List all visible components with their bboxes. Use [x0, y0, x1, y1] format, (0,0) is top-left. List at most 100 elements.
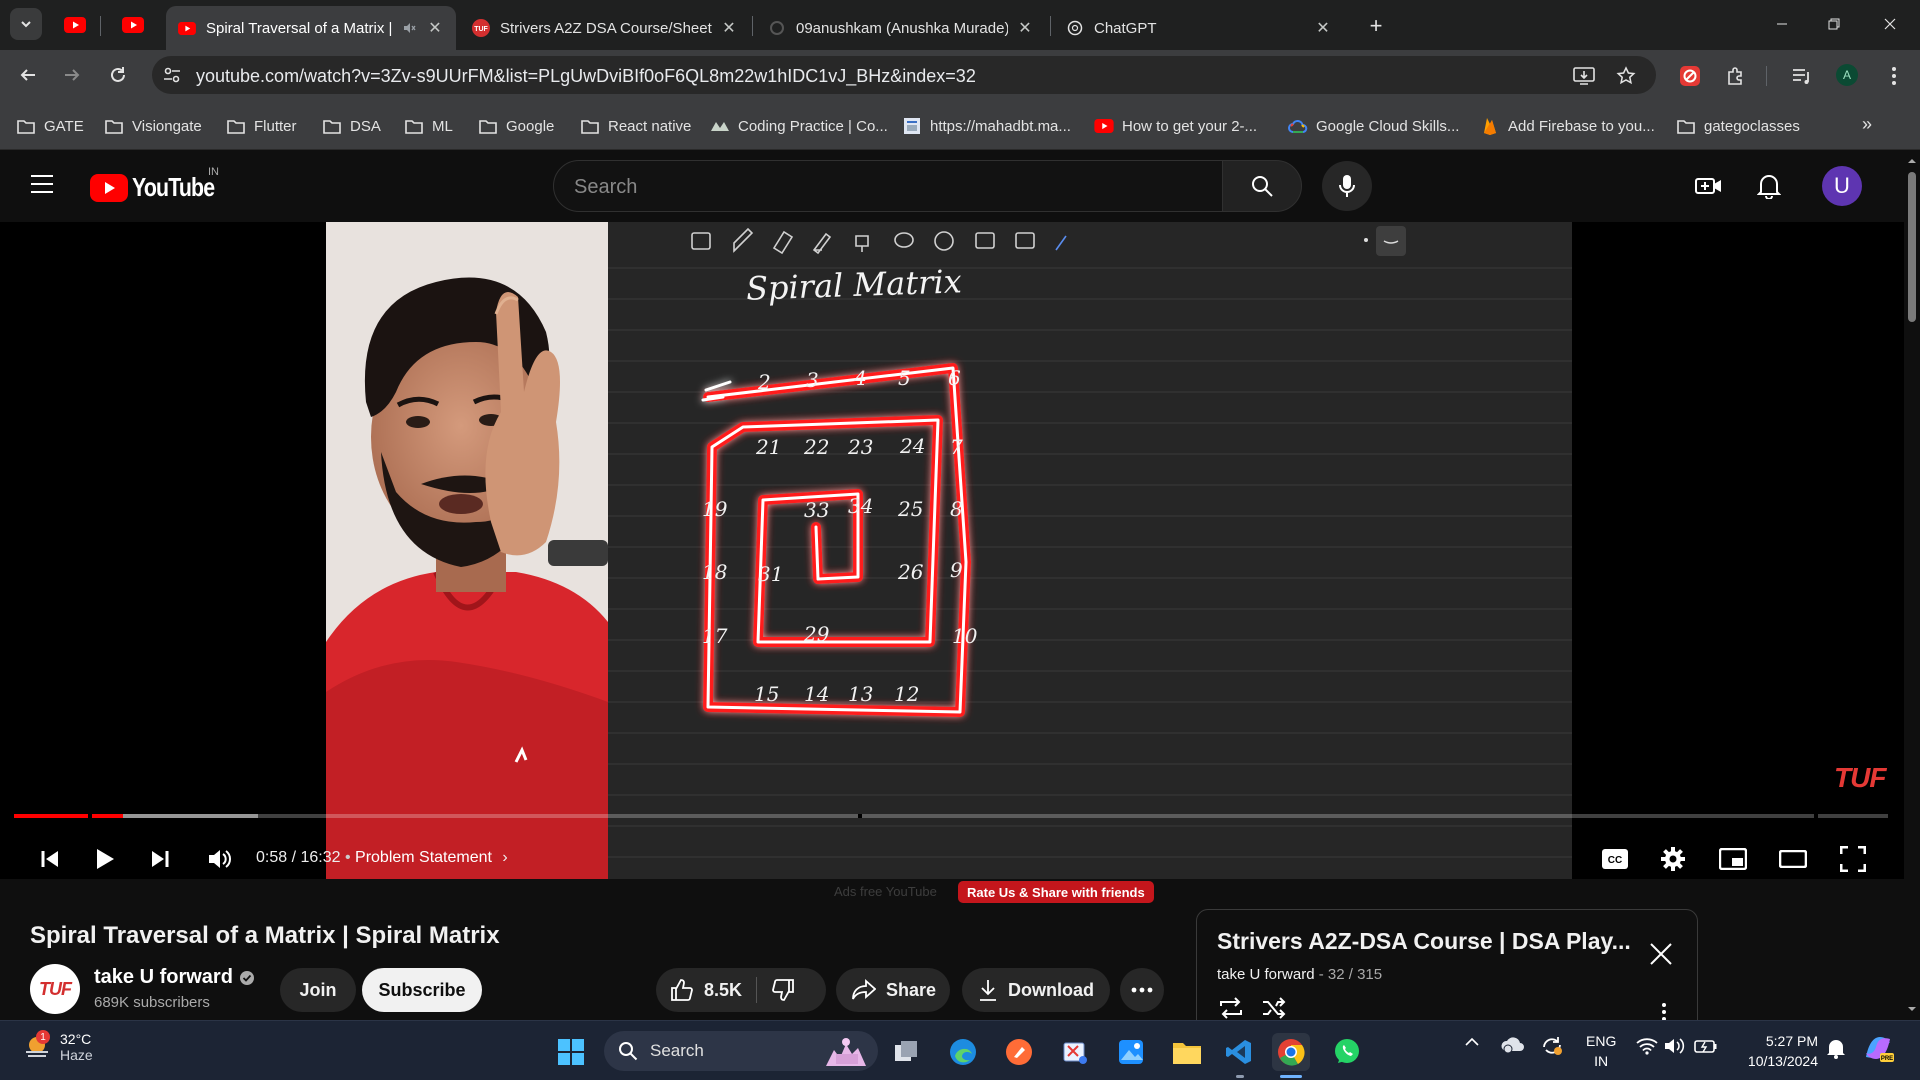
hamburger-menu-icon[interactable]: [30, 174, 54, 194]
task-view-button[interactable]: [888, 1033, 926, 1071]
install-app-icon[interactable]: [1572, 64, 1596, 88]
bookmark-youtube-howto[interactable]: How to get your 2-...: [1094, 115, 1257, 137]
taskbar-file-explorer[interactable]: [1168, 1033, 1206, 1071]
next-button[interactable]: [144, 842, 176, 876]
pinned-tab-youtube-1[interactable]: [62, 12, 88, 38]
previous-button[interactable]: [34, 842, 66, 876]
search-input[interactable]: Search: [553, 160, 1223, 212]
channel-name[interactable]: take U forward: [94, 966, 255, 989]
user-avatar[interactable]: U: [1822, 166, 1862, 206]
close-icon[interactable]: ✕: [1314, 19, 1332, 37]
bookmark-mahadbt[interactable]: https://mahadbt.ma...: [902, 115, 1071, 137]
weather-widget[interactable]: 1 32°C Haze: [22, 1030, 93, 1063]
bookmark-google[interactable]: Google: [478, 115, 554, 137]
more-actions-button[interactable]: [1120, 968, 1164, 1012]
media-controls-icon[interactable]: [1788, 62, 1816, 90]
bookmark-gategoclasses[interactable]: gategoclasses: [1676, 115, 1800, 137]
onedrive-icon[interactable]: [1500, 1035, 1526, 1055]
sync-icon[interactable]: [1540, 1035, 1564, 1057]
settings-button[interactable]: [1656, 842, 1690, 876]
rate-share-banner[interactable]: Rate Us & Share with friends: [958, 881, 1154, 903]
channel-avatar[interactable]: TUF: [30, 964, 80, 1014]
playlist-menu-icon[interactable]: [1661, 1002, 1667, 1022]
fullscreen-button[interactable]: [1836, 842, 1870, 876]
taskbar-photos[interactable]: [1112, 1033, 1150, 1071]
subscribe-button[interactable]: Subscribe: [362, 968, 482, 1012]
bookmark-firebase[interactable]: Add Firebase to you...: [1480, 115, 1655, 137]
copilot-icon[interactable]: PRE: [1862, 1033, 1894, 1063]
close-window-button[interactable]: [1870, 8, 1910, 40]
battery-icon[interactable]: [1694, 1037, 1718, 1055]
dislike-button[interactable]: [771, 978, 795, 1002]
join-button[interactable]: Join: [280, 968, 356, 1012]
chapter-title[interactable]: Problem Statement: [355, 849, 492, 866]
start-button[interactable]: [552, 1033, 590, 1071]
extensions-puzzle-icon[interactable]: [1722, 62, 1750, 90]
more-bookmarks-icon[interactable]: »: [1862, 114, 1872, 135]
reload-button[interactable]: [102, 59, 134, 91]
taskbar-postman[interactable]: [1000, 1033, 1038, 1071]
bookmark-visiongate[interactable]: Visiongate: [104, 115, 202, 137]
bookmark-star-icon[interactable]: [1614, 64, 1638, 88]
play-button[interactable]: [88, 842, 122, 876]
share-button[interactable]: Share: [836, 968, 950, 1012]
bookmark-ml[interactable]: ML: [404, 115, 453, 137]
bookmark-gate[interactable]: GATE: [16, 115, 84, 137]
profile-avatar[interactable]: A: [1836, 64, 1858, 86]
youtube-logo[interactable]: YouTube IN: [90, 166, 232, 203]
tab-search-button[interactable]: [10, 8, 42, 40]
loop-playlist-icon[interactable]: [1217, 996, 1245, 1020]
taskbar-vscode[interactable]: [1220, 1033, 1258, 1071]
captions-button[interactable]: CC: [1598, 842, 1632, 876]
scrollbar-thumb[interactable]: [1908, 172, 1916, 322]
adblock-extension-icon[interactable]: [1676, 62, 1704, 90]
video-player[interactable]: Spiral Matrix 2 3 4 5 6 21 22 23 24 7 19…: [0, 222, 1904, 879]
language-indicator[interactable]: ENG IN: [1586, 1031, 1616, 1071]
minimize-button[interactable]: [1762, 8, 1802, 40]
notifications-button[interactable]: [1754, 171, 1784, 201]
tab-strivers-sheet[interactable]: TUF Strivers A2Z DSA Course/Sheet ✕: [460, 6, 750, 50]
back-button[interactable]: [12, 59, 44, 91]
bookmark-dsa[interactable]: DSA: [322, 115, 381, 137]
voice-search-button[interactable]: [1322, 161, 1372, 211]
tab-github-profile[interactable]: 09anushkam (Anushka Murade) ✕: [756, 6, 1046, 50]
forward-button[interactable]: [56, 59, 88, 91]
close-playlist-icon[interactable]: [1649, 942, 1673, 966]
close-icon[interactable]: ✕: [1016, 19, 1034, 37]
tab-spiral-traversal[interactable]: Spiral Traversal of a Matrix | Spiral Ma…: [166, 6, 456, 50]
wifi-icon[interactable]: [1636, 1037, 1658, 1055]
notification-bell-icon[interactable]: [1826, 1037, 1846, 1059]
close-icon[interactable]: ✕: [426, 19, 444, 37]
bookmark-flutter[interactable]: Flutter: [226, 115, 297, 137]
playlist-channel[interactable]: take U forward: [1217, 966, 1315, 983]
new-tab-button[interactable]: +: [1362, 12, 1390, 40]
search-button[interactable]: [1222, 160, 1302, 212]
close-icon[interactable]: ✕: [720, 19, 738, 37]
shuffle-playlist-icon[interactable]: [1261, 996, 1287, 1020]
progress-bar[interactable]: [14, 814, 1888, 818]
playlist-title[interactable]: Strivers A2Z-DSA Course | DSA Play...: [1217, 928, 1631, 955]
tab-chatgpt[interactable]: ChatGPT ✕: [1054, 6, 1344, 50]
miniplayer-button[interactable]: [1716, 842, 1750, 876]
address-bar[interactable]: youtube.com/watch?v=3Zv-s9UUrFM&list=PLg…: [152, 56, 1656, 94]
site-settings-icon[interactable]: [162, 65, 182, 85]
bookmark-coding-practice[interactable]: Coding Practice | Co...: [710, 115, 888, 137]
restore-button[interactable]: [1814, 8, 1854, 40]
bookmark-react-native[interactable]: React native: [580, 115, 691, 137]
download-button[interactable]: Download: [962, 968, 1110, 1012]
bookmark-google-cloud[interactable]: Google Cloud Skills...: [1288, 115, 1459, 137]
taskbar-snipping-tool[interactable]: [1056, 1033, 1094, 1071]
taskbar-whatsapp[interactable]: [1328, 1033, 1366, 1071]
taskbar-search[interactable]: Search: [604, 1031, 878, 1071]
create-video-button[interactable]: [1694, 171, 1724, 201]
volume-tray-icon[interactable]: [1664, 1037, 1686, 1055]
taskbar-edge[interactable]: [944, 1033, 982, 1071]
like-button[interactable]: 8.5K: [670, 978, 742, 1002]
page-scrollbar[interactable]: [1904, 150, 1920, 1020]
browser-menu-icon[interactable]: [1880, 62, 1908, 90]
pinned-tab-youtube-2[interactable]: [120, 12, 146, 38]
taskbar-chrome[interactable]: [1272, 1033, 1310, 1071]
audio-muted-icon[interactable]: [402, 20, 418, 36]
volume-button[interactable]: [202, 842, 236, 876]
tray-overflow-icon[interactable]: [1464, 1037, 1480, 1047]
